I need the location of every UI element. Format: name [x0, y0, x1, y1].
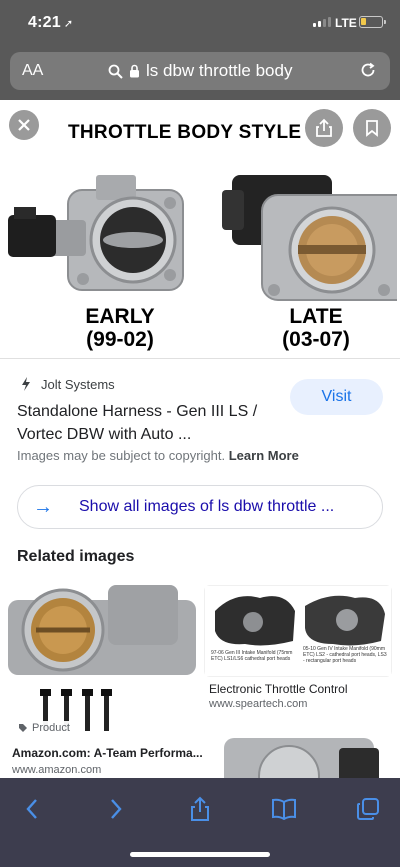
divider: [0, 358, 400, 359]
show-all-label: Show all images of ls dbw throttle ...: [79, 498, 335, 515]
browser-chrome: AA ls dbw throttle body: [0, 44, 400, 100]
caption-left: 97-06 Gen III Intake Manifold (75mm ETC)…: [211, 650, 293, 662]
product-badge: Product: [14, 721, 74, 735]
back-icon: [26, 799, 37, 819]
related-image-title[interactable]: Electronic Throttle Control: [209, 682, 348, 696]
tag-icon: [19, 724, 27, 732]
related-image-source: www.speartech.com: [209, 698, 308, 710]
arrow-right-icon: →: [33, 495, 53, 518]
status-bar: 4:21 ➚ LTE: [0, 0, 400, 44]
copyright-notice: Images may be subject to copyright. Lear…: [17, 448, 299, 463]
share-button[interactable]: [180, 792, 220, 826]
related-images-heading: Related images: [17, 548, 135, 565]
reader-settings-button[interactable]: AA: [22, 62, 43, 80]
url-text: ls dbw throttle body: [146, 61, 293, 80]
image-title-text: THROTTLE BODY STYLE: [68, 122, 302, 143]
tabs-button[interactable]: [348, 792, 388, 826]
web-content: THROTTLE BODY STYLE EARLY LATE (99-02) (…: [0, 100, 400, 778]
address-bar[interactable]: AA ls dbw throttle body: [10, 52, 390, 90]
battery-icon: [359, 16, 386, 28]
show-all-images-button[interactable]: → Show all images of ls dbw throttle ...: [17, 485, 383, 529]
home-indicator[interactable]: [130, 852, 270, 857]
search-icon: [108, 64, 123, 79]
close-icon: [18, 119, 30, 131]
related-image-thumbnail[interactable]: Product: [8, 585, 196, 737]
image-preview[interactable]: THROTTLE BODY STYLE EARLY LATE (99-02) (…: [0, 100, 400, 358]
close-preview-button[interactable]: [9, 110, 39, 140]
early-throttle-body-image: [8, 175, 184, 291]
throttle-body-photo: [204, 728, 392, 778]
caption-right: 05-10 Gen IV Intake Manifold (90mm ETC) …: [303, 646, 387, 664]
lock-icon: [130, 64, 139, 78]
late-throttle-body-image: [222, 175, 397, 301]
visit-button[interactable]: Visit: [290, 379, 383, 415]
bookmarks-button[interactable]: [264, 792, 304, 826]
late-label: LATE: [289, 305, 343, 328]
share-icon: [191, 796, 209, 821]
back-button[interactable]: [12, 792, 52, 826]
network-type: LTE: [335, 16, 357, 30]
forward-icon: [111, 799, 122, 819]
late-years-label: (03-07): [282, 328, 350, 351]
status-time: 4:21 ➚: [28, 14, 74, 31]
bookmarks-icon: [272, 798, 296, 820]
related-image-title[interactable]: Amazon.com: A-Team Performa...: [12, 746, 203, 760]
forward-button[interactable]: [96, 792, 136, 826]
early-label: EARLY: [85, 305, 155, 328]
site-favicon-icon: [22, 377, 30, 391]
related-image-source: www.amazon.com: [12, 764, 102, 776]
result-source[interactable]: Jolt Systems: [19, 376, 115, 392]
related-image-card[interactable]: 97-06 Gen III Intake Manifold (75mm ETC)…: [204, 585, 392, 725]
save-image-button[interactable]: [353, 109, 391, 147]
early-years-label: (99-02): [86, 328, 154, 351]
learn-more-link[interactable]: Learn More: [229, 448, 299, 463]
signal-icon: [313, 17, 331, 27]
tabs-icon: [357, 798, 379, 820]
source-name: Jolt Systems: [41, 376, 115, 392]
related-image-card[interactable]: [204, 728, 392, 778]
result-title-link[interactable]: Standalone Harness - Gen III LS / Vortec…: [17, 400, 282, 446]
reload-button[interactable]: [358, 60, 378, 86]
reload-icon: [361, 62, 375, 77]
share-image-button[interactable]: [305, 109, 343, 147]
throttle-body-photo: [8, 585, 196, 737]
location-arrow-icon: ➚: [63, 18, 74, 30]
bookmark-icon: [366, 120, 378, 137]
url-field[interactable]: ls dbw throttle body: [108, 61, 292, 81]
related-image-thumbnail[interactable]: 97-06 Gen III Intake Manifold (75mm ETC)…: [204, 585, 392, 677]
related-image-card[interactable]: Product Amazon.com: A-Team Performa... w…: [8, 585, 203, 778]
share-icon: [316, 118, 332, 137]
